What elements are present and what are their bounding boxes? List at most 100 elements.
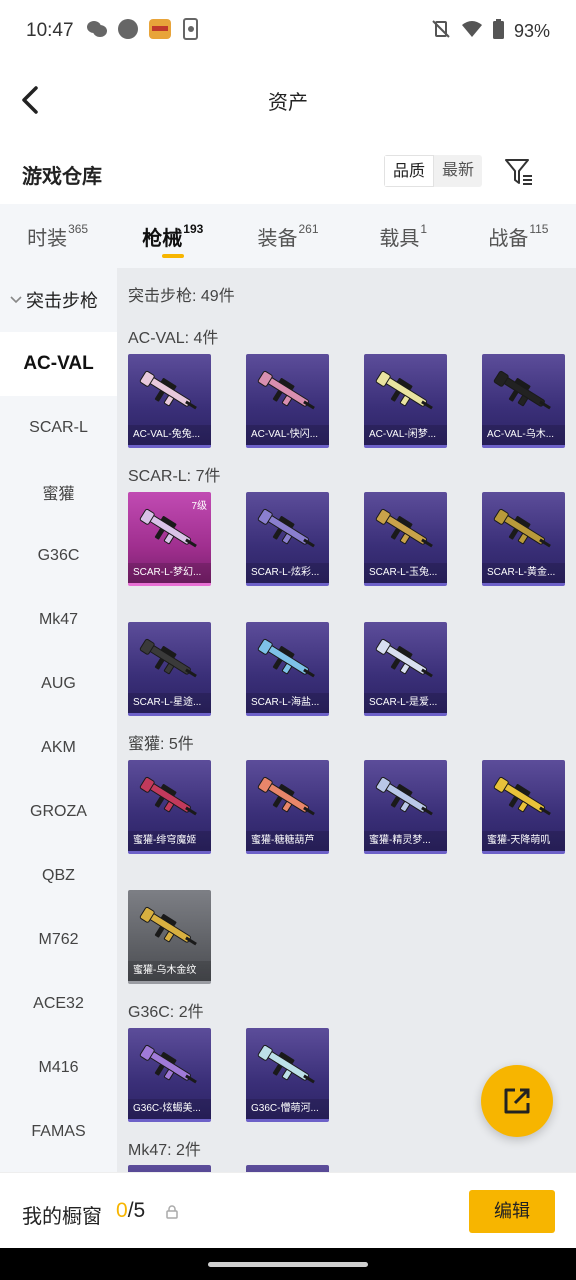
weapon-card[interactable]: SCAR-L-海盐... xyxy=(246,622,329,716)
sidebar-item-aug[interactable]: AUG xyxy=(0,652,117,716)
sort-newest-option[interactable]: 最新 xyxy=(434,155,482,187)
rifle-icon xyxy=(493,370,551,410)
sidebar-item-m416[interactable]: M416 xyxy=(0,1036,117,1100)
tab-count: 193 xyxy=(183,222,204,236)
rifle-icon xyxy=(257,1044,315,1084)
status-bar: 10:47 93% xyxy=(0,0,576,62)
lock-icon xyxy=(166,1205,178,1219)
section-header-mk47: Mk47: 2件 xyxy=(128,1142,201,1159)
weapon-card[interactable]: AC-VAL-兔兔... xyxy=(128,354,211,448)
weapon-card[interactable]: SCAR-L-炫彩... xyxy=(246,492,329,586)
wechat-icon xyxy=(86,20,108,43)
sidebar-item-scar-l[interactable]: SCAR-L xyxy=(0,396,117,460)
weapon-card[interactable] xyxy=(246,1165,329,1172)
weapon-card[interactable]: 蜜獾-糖糖葫芦 xyxy=(246,760,329,854)
weapon-card[interactable]: 蜜獾-绯穹魔姬 xyxy=(128,760,211,854)
tab-fashion[interactable]: 时装365 xyxy=(0,204,115,268)
weapon-card-label: SCAR-L-黄金... xyxy=(482,563,565,583)
circle-icon xyxy=(117,18,138,44)
sidebar-item-m762[interactable]: M762 xyxy=(0,908,117,972)
rifle-icon xyxy=(375,776,433,816)
rifle-icon xyxy=(257,776,315,816)
sidebar-item-qbz[interactable]: QBZ xyxy=(0,844,117,908)
tab-supplies[interactable]: 战备115 xyxy=(461,204,576,268)
filter-button[interactable] xyxy=(503,156,535,188)
sidebar-item-g36c[interactable]: G36C xyxy=(0,524,117,588)
page-title: 资产 xyxy=(268,91,308,114)
weapon-card[interactable]: SCAR-L-星途... xyxy=(128,622,211,716)
weapon-card-label: G36C-懵萌河... xyxy=(246,1099,329,1119)
weapon-card[interactable]: 蜜獾-天降萌叽 xyxy=(482,760,565,854)
tab-equipment[interactable]: 装备261 xyxy=(230,204,345,268)
weapon-card-label: SCAR-L-是爱... xyxy=(364,693,447,713)
tab-guns[interactable]: 枪械193 xyxy=(115,204,230,268)
weapon-card[interactable]: AC-VAL-乌木... xyxy=(482,354,565,448)
filter-icon xyxy=(505,159,532,185)
sort-quality-option[interactable]: 品质 xyxy=(384,155,435,187)
external-link-icon xyxy=(504,1088,530,1114)
weapon-card[interactable]: 7级 SCAR-L-梦幻... xyxy=(128,492,211,586)
weapon-card[interactable]: AC-VAL-闲梦... xyxy=(364,354,447,448)
category-header: 突击步枪: 49件 xyxy=(128,288,235,305)
tab-label: 时装 xyxy=(27,228,68,250)
weapon-card-label: AC-VAL-兔兔... xyxy=(128,425,211,445)
weapon-card[interactable]: AC-VAL-快闪... xyxy=(246,354,329,448)
weapon-card-label: AC-VAL-乌木... xyxy=(482,425,565,445)
battery-percent: 93% xyxy=(513,20,550,41)
tab-label: 战备 xyxy=(488,228,529,250)
weapon-card[interactable]: SCAR-L-是爱... xyxy=(364,622,447,716)
sidebar-item-ac-val[interactable]: AC-VAL xyxy=(0,332,117,396)
weapon-card-label: AC-VAL-闲梦... xyxy=(364,425,447,445)
share-fab[interactable] xyxy=(481,1065,553,1137)
status-time: 10:47 xyxy=(26,20,74,41)
home-gesture-pill[interactable] xyxy=(208,1262,368,1267)
rifle-icon xyxy=(493,776,551,816)
weapon-card[interactable]: G36C-炫蝎美... xyxy=(128,1028,211,1122)
weapon-card[interactable]: SCAR-L-玉兔... xyxy=(364,492,447,586)
app-notification-icon xyxy=(148,18,172,45)
rifle-icon xyxy=(375,508,433,548)
rifle-icon xyxy=(139,776,197,816)
rifle-icon xyxy=(493,508,551,548)
section-header-ac-val: AC-VAL: 4件 xyxy=(128,330,219,347)
sidebar-item-honey-badger[interactable]: 蜜獾 xyxy=(0,460,117,524)
weapon-card[interactable] xyxy=(128,1165,211,1172)
showcase-current: 0 xyxy=(116,1199,128,1222)
tab-vehicles[interactable]: 载具1 xyxy=(346,204,461,268)
sidebar-category-label: 突击步枪 xyxy=(26,291,98,311)
tab-count: 1 xyxy=(420,222,428,236)
showcase-bar: 我的橱窗 0/5 编辑 xyxy=(0,1172,576,1248)
weapon-grid: 突击步枪: 49件 AC-VAL: 4件 AC-VAL-兔兔... AC-VAL… xyxy=(117,268,576,1172)
rifle-icon xyxy=(375,638,433,678)
battery-icon xyxy=(492,18,504,44)
rifle-icon xyxy=(139,906,197,946)
showcase-total: /5 xyxy=(127,1199,146,1222)
weapon-card-label: 蜜獾-天降萌叽 xyxy=(482,831,565,851)
tab-label: 装备 xyxy=(257,228,298,250)
sidebar-item-famas[interactable]: FAMAS xyxy=(0,1100,117,1164)
back-button[interactable] xyxy=(18,84,48,116)
rifle-icon xyxy=(257,638,315,678)
tab-count: 365 xyxy=(68,222,89,236)
weapon-card[interactable]: SCAR-L-黄金... xyxy=(482,492,565,586)
weapon-card-label: 蜜獾-绯穹魔姬 xyxy=(128,831,211,851)
weapon-card-label: SCAR-L-海盐... xyxy=(246,693,329,713)
sidebar-item-ace32[interactable]: ACE32 xyxy=(0,972,117,1036)
weapon-card-label: SCAR-L-玉兔... xyxy=(364,563,447,583)
sidebar-item-akm[interactable]: AKM xyxy=(0,716,117,780)
rifle-icon xyxy=(257,370,315,410)
weapon-card[interactable]: 蜜獾-乌木金纹 xyxy=(128,890,211,984)
sidebar-item-groza[interactable]: GROZA xyxy=(0,780,117,844)
weapon-card-label: AC-VAL-快闪... xyxy=(246,425,329,445)
edit-button[interactable]: 编辑 xyxy=(469,1190,555,1233)
category-tabs: 时装365 枪械193 装备261 载具1 战备115 xyxy=(0,204,576,268)
sidebar-item-mk47[interactable]: Mk47 xyxy=(0,588,117,652)
weapon-card[interactable]: 蜜獾-精灵梦... xyxy=(364,760,447,854)
section-header-scar-l: SCAR-L: 7件 xyxy=(128,468,221,485)
weapon-card[interactable]: G36C-懵萌河... xyxy=(246,1028,329,1122)
phone-lock-icon xyxy=(182,17,200,45)
section-header-honey-badger: 蜜獾: 5件 xyxy=(128,736,194,753)
wifi-icon xyxy=(461,20,483,43)
sidebar-category-assault-rifle[interactable]: 突击步枪 xyxy=(0,268,117,332)
showcase-label: 我的橱窗 xyxy=(22,1206,102,1228)
